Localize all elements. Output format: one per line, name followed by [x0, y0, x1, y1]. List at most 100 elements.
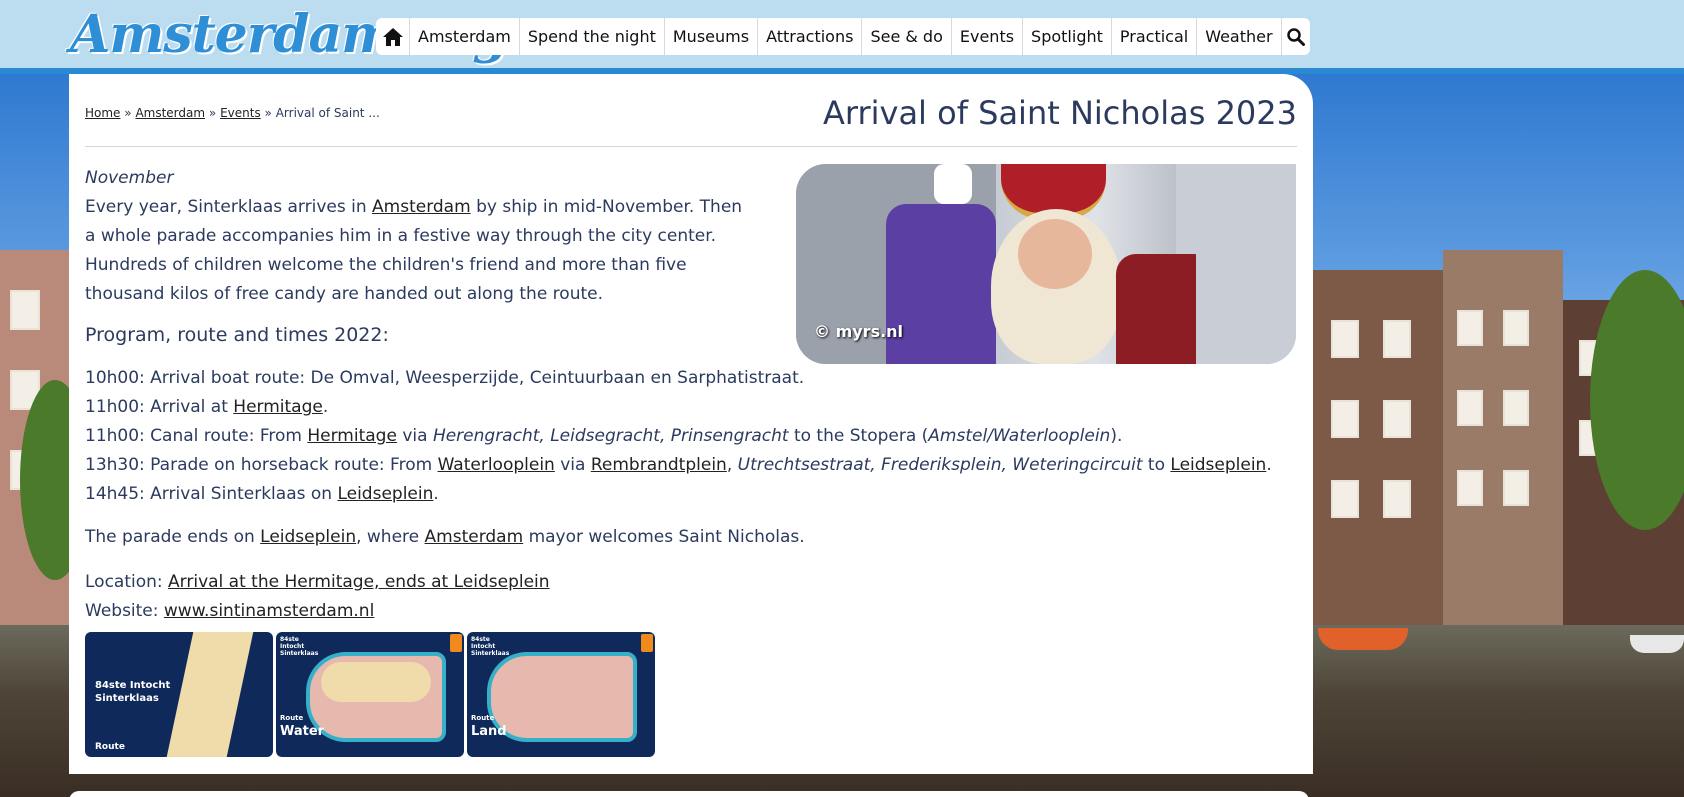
title-divider	[85, 146, 1297, 147]
home-icon	[382, 27, 403, 46]
breadcrumb-separator: »	[124, 106, 132, 120]
program-stopera: Amstel/Waterlooplein	[928, 426, 1111, 446]
map-land	[487, 652, 637, 742]
main-nav: Amsterdam Spend the night Museums Attrac…	[376, 18, 1310, 55]
window	[1331, 320, 1359, 358]
breadcrumb-amsterdam[interactable]: Amsterdam	[135, 106, 205, 120]
window	[1331, 480, 1359, 518]
page-title: Arrival of Saint Nicholas 2023	[822, 94, 1297, 132]
breadcrumb-home[interactable]: Home	[85, 106, 120, 120]
breadcrumb-events[interactable]: Events	[220, 106, 261, 120]
content-card: Home » Amsterdam » Events » Arrival of S…	[69, 74, 1313, 774]
program-text: ).	[1110, 426, 1123, 446]
link-amsterdam[interactable]: Amsterdam	[425, 527, 524, 547]
thumb-title: 84ste Intocht Sinterklaas	[471, 636, 510, 657]
program-text: 13h30: Parade on horseback route: From	[85, 455, 438, 475]
link-hermitage[interactable]: Hermitage	[233, 397, 323, 417]
program-line: 14h45: Arrival Sinterklaas on Leidseplei…	[85, 480, 1305, 509]
thumb-route-label: Route	[95, 742, 125, 752]
link-leidseplein[interactable]: Leidseplein	[260, 527, 356, 547]
thumb-title: 84ste Intocht Sinterklaas	[280, 636, 319, 657]
program-canals: Herengracht, Leidsegracht, Prinsengracht	[432, 426, 789, 446]
nav-item-events[interactable]: Events	[952, 18, 1024, 55]
thumb-title: 84ste Intocht	[95, 680, 171, 691]
link-rembrandtplein[interactable]: Rembrandtplein	[591, 455, 727, 475]
breadcrumb: Home » Amsterdam » Events » Arrival of S…	[85, 106, 380, 120]
ends-text: The parade ends on	[85, 527, 261, 547]
program-text: 11h00: Arrival at	[85, 397, 234, 417]
ends-text: , where	[356, 527, 425, 547]
nav-item-spotlight[interactable]: Spotlight	[1023, 18, 1112, 55]
route-map-thumbnail-2[interactable]: 84ste Intocht Sinterklaas Route Water	[276, 632, 464, 757]
program-line: 11h00: Arrival at Hermitage.	[85, 393, 1305, 422]
program-text: via	[554, 455, 591, 475]
program-text: via	[396, 426, 433, 446]
program-line: 11h00: Canal route: From Hermitage via H…	[85, 422, 1305, 451]
window	[1457, 310, 1483, 346]
window	[1383, 400, 1411, 438]
nav-item-spend-the-night[interactable]: Spend the night	[520, 18, 665, 55]
route-map-thumbnail-1[interactable]: 84ste Intocht Sinterklaas Route	[85, 632, 273, 757]
window	[1331, 400, 1359, 438]
program-line: 13h30: Parade on horseback route: From W…	[85, 451, 1305, 480]
window	[10, 290, 40, 330]
nav-item-weather[interactable]: Weather	[1197, 18, 1282, 55]
website-label: Website:	[85, 601, 164, 621]
website-link[interactable]: www.sintinamsterdam.nl	[164, 601, 374, 621]
location-label: Location:	[85, 572, 169, 592]
glove	[934, 164, 972, 204]
website-line: Website: www.sintinamsterdam.nl	[85, 597, 374, 626]
intro-text: Every year, Sinterklaas arrives in	[85, 197, 373, 217]
badge-icon	[450, 634, 462, 652]
location-link[interactable]: Arrival at the Hermitage, ends at Leidse…	[168, 572, 550, 592]
program-text: 14h45: Arrival Sinterklaas on	[85, 484, 338, 504]
intro-paragraph: Every year, Sinterklaas arrives in Amste…	[85, 193, 755, 309]
link-waterlooplein[interactable]: Waterlooplein	[438, 455, 555, 475]
link-hermitage[interactable]: Hermitage	[307, 426, 397, 446]
house-right-1	[1313, 270, 1443, 640]
program-list: 10h00: Arrival boat route: De Omval, Wee…	[85, 364, 1305, 509]
parade-ends-paragraph: The parade ends on Leidseplein, where Am…	[85, 523, 1285, 552]
nav-item-see-and-do[interactable]: See & do	[862, 18, 952, 55]
boat	[1630, 635, 1684, 653]
house-right-2	[1443, 250, 1563, 640]
nav-item-practical[interactable]: Practical	[1112, 18, 1198, 55]
program-text: to the Stopera (	[788, 426, 929, 446]
program-text: .	[1266, 455, 1272, 475]
route-map-thumbnail-3[interactable]: 84ste Intocht Sinterklaas Route Land	[467, 632, 655, 757]
nav-search-button[interactable]	[1282, 18, 1310, 55]
program-text: to	[1142, 455, 1171, 475]
program-streets: Utrechtsestraat, Frederiksplein, Weterin…	[737, 455, 1143, 475]
image-credit: © myrs.nl	[814, 322, 904, 341]
link-amsterdam[interactable]: Amsterdam	[372, 197, 471, 217]
face	[1018, 219, 1092, 289]
program-line: 10h00: Arrival boat route: De Omval, Wee…	[85, 364, 1305, 393]
program-heading: Program, route and times 2022:	[85, 324, 389, 346]
next-card-edge	[69, 791, 1309, 797]
window	[1503, 470, 1529, 506]
window	[1457, 390, 1483, 426]
link-leidseplein[interactable]: Leidseplein	[337, 484, 433, 504]
thumb-route-label: Route	[280, 714, 304, 722]
thumb-route-name: Land	[471, 724, 507, 739]
window	[1383, 320, 1411, 358]
location-line: Location: Arrival at the Hermitage, ends…	[85, 568, 550, 597]
breadcrumb-separator: »	[208, 106, 217, 120]
nav-item-attractions[interactable]: Attractions	[758, 18, 863, 55]
event-month: November	[85, 168, 174, 188]
search-icon	[1286, 27, 1305, 46]
nav-home-button[interactable]	[376, 18, 410, 55]
window	[1503, 310, 1529, 346]
hero-image-saint-nicholas[interactable]: © myrs.nl	[796, 164, 1296, 364]
program-text: .	[322, 397, 329, 417]
thumb-subtitle: Sinterklaas	[95, 693, 159, 704]
nav-item-amsterdam[interactable]: Amsterdam	[410, 18, 520, 55]
link-leidseplein[interactable]: Leidseplein	[1170, 455, 1266, 475]
thumb-route-label: Route	[471, 714, 495, 722]
window	[1383, 480, 1411, 518]
window	[1457, 470, 1483, 506]
program-text: ,	[726, 455, 738, 475]
nav-item-museums[interactable]: Museums	[665, 18, 759, 55]
map-land	[166, 632, 254, 757]
map-land	[321, 662, 431, 702]
